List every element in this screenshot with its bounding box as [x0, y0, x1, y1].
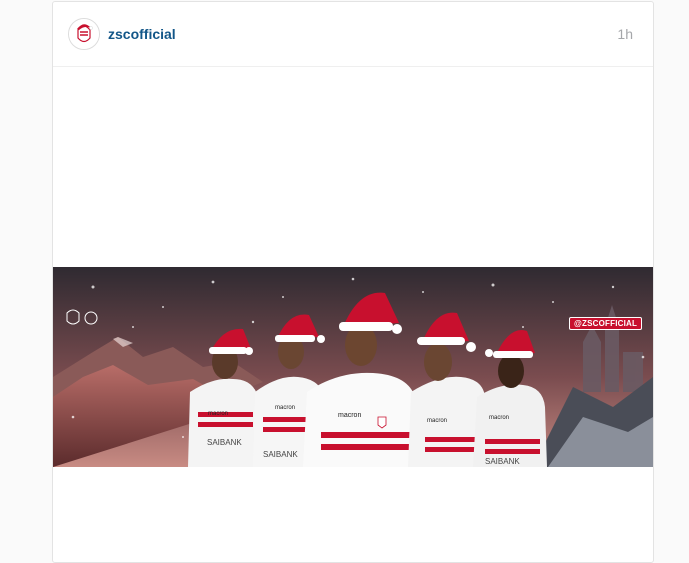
- post-header: zscofficial 1h: [53, 2, 653, 67]
- post-username[interactable]: zscofficial: [108, 26, 176, 42]
- shirt-sponsor: SAIBANK: [263, 450, 298, 459]
- sponsor-text: macron: [489, 415, 509, 421]
- post-card: zscofficial 1h macron macron macron macr…: [52, 1, 654, 563]
- image-handle-tag: @ZSCOFFICIAL: [569, 317, 643, 330]
- profile-avatar[interactable]: [68, 18, 100, 50]
- club-crest-icon: [69, 19, 99, 49]
- shirt-sponsor: SAIBANK: [485, 457, 520, 466]
- sponsor-text: macron: [275, 405, 295, 411]
- sponsor-text: macron: [208, 411, 228, 417]
- post-timestamp: 1h: [617, 26, 633, 42]
- shirt-sponsor: SAIBANK: [207, 438, 242, 447]
- team-christmas-photo: macron macron macron macron macron SAIBA…: [53, 267, 653, 467]
- sponsor-text: macron: [338, 412, 361, 419]
- post-image[interactable]: macron macron macron macron macron SAIBA…: [53, 267, 653, 467]
- sponsor-text: macron: [427, 418, 447, 424]
